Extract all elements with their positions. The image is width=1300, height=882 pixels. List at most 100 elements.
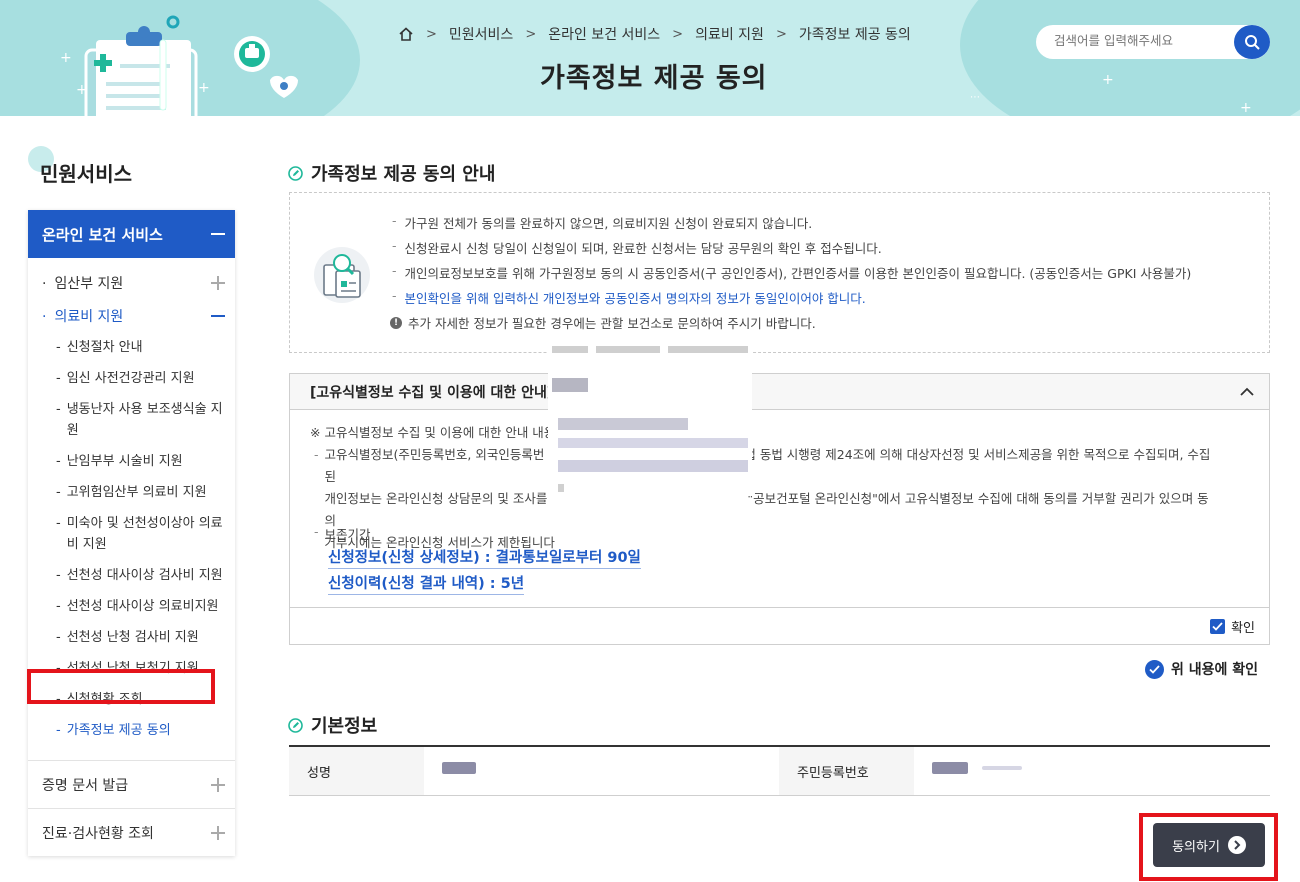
breadcrumb-item[interactable]: 가족정보 제공 동의 <box>799 24 911 44</box>
sidebar-subitem-label: 냉동난자 사용 보조생식술 지원 <box>66 402 223 438</box>
svg-text:+: + <box>198 80 210 96</box>
page-title: 가족정보 제공 동의 <box>540 63 768 94</box>
sidebar-subitem[interactable]: - 고위험임산부 의료비 지원 <box>28 477 235 508</box>
pencil-circle-icon <box>288 165 303 181</box>
sidebar-subitem-family-consent[interactable]: - 가족정보 제공 동의 <box>28 715 235 746</box>
consent-intro: ※ 고유식별정보 수집 및 이용에 대한 안내 내용 <box>310 425 556 440</box>
expand-icon <box>211 777 225 792</box>
chevron-up-icon[interactable] <box>1239 387 1255 397</box>
section-title: 기본정보 <box>288 712 377 738</box>
highlight-box <box>27 669 215 704</box>
sidebar-title: 민원서비스 <box>40 162 132 186</box>
confirm-all-label: 위 내용에 확인 <box>1171 662 1259 678</box>
notice-box: - 가구원 전체가 동의를 완료하지 않으면, 의료비지원 신청이 완료되지 않습… <box>289 192 1270 353</box>
sidebar-subitem[interactable]: - 선천성 난청 검사비 지원 <box>28 622 235 653</box>
sidebar-subitem-label: 고위험임산부 의료비 지원 <box>66 485 207 500</box>
sidebar-item-maternity[interactable]: · 임산부 지원 <box>28 266 235 299</box>
search-button[interactable] <box>1234 25 1270 59</box>
home-icon[interactable] <box>398 27 414 41</box>
breadcrumb-item[interactable]: 의료비 지원 <box>695 24 764 44</box>
sidebar-item-label: 의료비 지원 <box>54 308 124 325</box>
info-note: ! 추가 자세한 정보가 필요한 경우에는 관할 보건소로 문의하여 주시기 바… <box>390 313 816 332</box>
redacted-value <box>932 761 968 774</box>
collapse-icon <box>211 233 225 235</box>
chevron-right-icon: > <box>525 26 537 42</box>
rrn-label: 주민등록번호 <box>779 747 914 795</box>
accordion-header[interactable]: [고유식별정보 수집 및 이용에 대한 안내] ( <box>290 374 1269 410</box>
name-value <box>424 747 779 795</box>
sidebar-subitem[interactable]: - 임신 사전건강관리 지원 <box>28 363 235 394</box>
svg-text:+: + <box>76 82 88 98</box>
svg-text:+: + <box>60 50 72 66</box>
search-input[interactable] <box>1054 33 1224 48</box>
accordion-footer: 확인 <box>290 608 1269 644</box>
accordion-title: [고유식별정보 수집 및 이용에 대한 안내] ( <box>310 384 565 401</box>
sidebar-subitem-label: 난임부부 시술비 지원 <box>66 454 183 469</box>
redacted-overlay <box>548 346 752 496</box>
sidebar-subitem-label: 선천성 대사이상 의료비지원 <box>66 599 219 614</box>
retention-label: - 보존기간 <box>314 524 371 542</box>
pencil-circle-icon <box>288 717 303 733</box>
chevron-right-icon: > <box>775 26 787 42</box>
search-icon <box>1245 35 1260 50</box>
sidebar-group-certificate[interactable]: 증명 문서 발급 <box>28 760 235 808</box>
expand-icon <box>211 825 225 840</box>
checkbox-label: 확인 <box>1231 621 1255 636</box>
basic-info-table: 성명 주민등록번호 <box>289 745 1270 796</box>
retention-item: 신청정보(신청 상세정보) : 결과통보일로부터 90일 <box>328 546 641 569</box>
accordion-body: ※ 고유식별정보 수집 및 이용에 대한 안내 내용 - 고유식별정보(주민등록… <box>290 410 1269 608</box>
checkbox-checked-icon[interactable] <box>1210 619 1226 634</box>
sidebar-subitem-label: 신청절차 안내 <box>66 340 143 355</box>
section-title: 가족정보 제공 동의 안내 <box>288 160 495 186</box>
exclamation-icon: ! <box>390 316 402 329</box>
sidebar-section-label: 온라인 보건 서비스 <box>42 225 163 244</box>
sidebar-subitem-label: 가족정보 제공 동의 <box>66 723 171 738</box>
sidebar-item-label: 임산부 지원 <box>54 275 124 292</box>
svg-text:⋯: ⋯ <box>970 92 980 103</box>
breadcrumb-item[interactable]: 온라인 보건 서비스 <box>548 24 660 44</box>
redacted-value <box>982 765 1023 770</box>
breadcrumb: > 민원서비스 > 온라인 보건 서비스 > 의료비 지원 > 가족정보 제공 … <box>398 24 911 44</box>
sidebar-section-header[interactable]: 온라인 보건 서비스 <box>28 210 235 258</box>
list-item: - 가구원 전체가 동의를 완료하지 않으면, 의료비지원 신청이 완료되지 않습… <box>392 213 813 231</box>
search-box <box>1036 25 1270 59</box>
sidebar-subitem-label: 미숙아 및 선천성이상아 의료비 지원 <box>66 516 223 552</box>
redacted-value <box>442 761 476 774</box>
sidebar-nav: 온라인 보건 서비스 · 임산부 지원 · 의료비 지원 - 신청절차 안내 - 임신 … <box>28 210 235 856</box>
rrn-value <box>914 747 1269 795</box>
sidebar-subitem[interactable]: - 난임부부 시술비 지원 <box>28 446 235 477</box>
confirm-checkbox[interactable]: 확인 <box>1210 617 1255 636</box>
svg-text:+: + <box>1240 100 1252 116</box>
sidebar-group-label: 증명 문서 발급 <box>42 777 129 794</box>
sidebar-subitem[interactable]: - 선천성 대사이상 검사비 지원 <box>28 560 235 591</box>
name-label: 성명 <box>289 747 424 795</box>
sidebar-subitem[interactable]: - 선천성 대사이상 의료비지원 <box>28 591 235 622</box>
sidebar-subitem-label: 선천성 대사이상 검사비 지원 <box>66 568 223 583</box>
list-item: - 개인의료정보보호를 위해 가구원정보 동의 시 공동인증서(구 공인인증서),… <box>392 263 1192 281</box>
list-item: - 본인확인을 위해 입력하신 개인정보와 공동인증서 명의자의 정보가 동일인이… <box>392 288 866 306</box>
confirm-all-checkbox[interactable]: 위 내용에 확인 <box>1145 659 1258 679</box>
sidebar-subitem[interactable]: - 미숙아 및 선천성이상아 의료비 지원 <box>28 508 235 560</box>
chevron-right-icon: > <box>672 26 684 42</box>
section-title-text: 가족정보 제공 동의 안내 <box>311 164 496 185</box>
list-item: - 신청완료시 신청 당일이 신청일이 되며, 완료한 신청서는 담당 공무원의 … <box>392 238 882 256</box>
notice-list: - 가구원 전체가 동의를 완료하지 않으면, 의료비지원 신청이 완료되지 않습… <box>392 213 1191 313</box>
page-hero: + + + + + ⋯ > 민원서비스 > 온라인 보건 서비스 > 의료비 지… <box>0 0 1300 116</box>
document-search-icon <box>314 247 370 303</box>
sidebar-item-medical-support[interactable]: · 의료비 지원 <box>28 299 235 332</box>
svg-text:+: + <box>1102 72 1114 88</box>
retention-item: 신청이력(신청 결과 내역) : 5년 <box>328 572 525 595</box>
sidebar-subitem[interactable]: - 신청절차 안내 <box>28 332 235 363</box>
hero-sparkle-icon: + + ⋯ <box>970 72 1252 116</box>
clipboard-illustration-icon: + + + <box>60 15 298 116</box>
sidebar-group-checkup[interactable]: 진료·검사현황 조회 <box>28 808 235 856</box>
sidebar-subitem-label: 임신 사전건강관리 지원 <box>66 371 195 386</box>
sidebar-subitem[interactable]: - 냉동난자 사용 보조생식술 지원 <box>28 394 235 446</box>
highlight-box <box>1139 813 1278 881</box>
consent-accordion: [고유식별정보 수집 및 이용에 대한 안내] ( ※ 고유식별정보 수집 및 … <box>289 373 1270 645</box>
breadcrumb-item[interactable]: 민원서비스 <box>449 24 513 44</box>
sidebar-subitem-label: 선천성 난청 검사비 지원 <box>66 630 199 645</box>
section-title-text: 기본정보 <box>311 716 378 737</box>
consent-body: - 고유식별정보(주민등록번호, 외국인등록번 법 동법 시행령 제24조에 의해… <box>314 447 1211 550</box>
sidebar-group-label: 진료·검사현황 조회 <box>42 825 154 842</box>
